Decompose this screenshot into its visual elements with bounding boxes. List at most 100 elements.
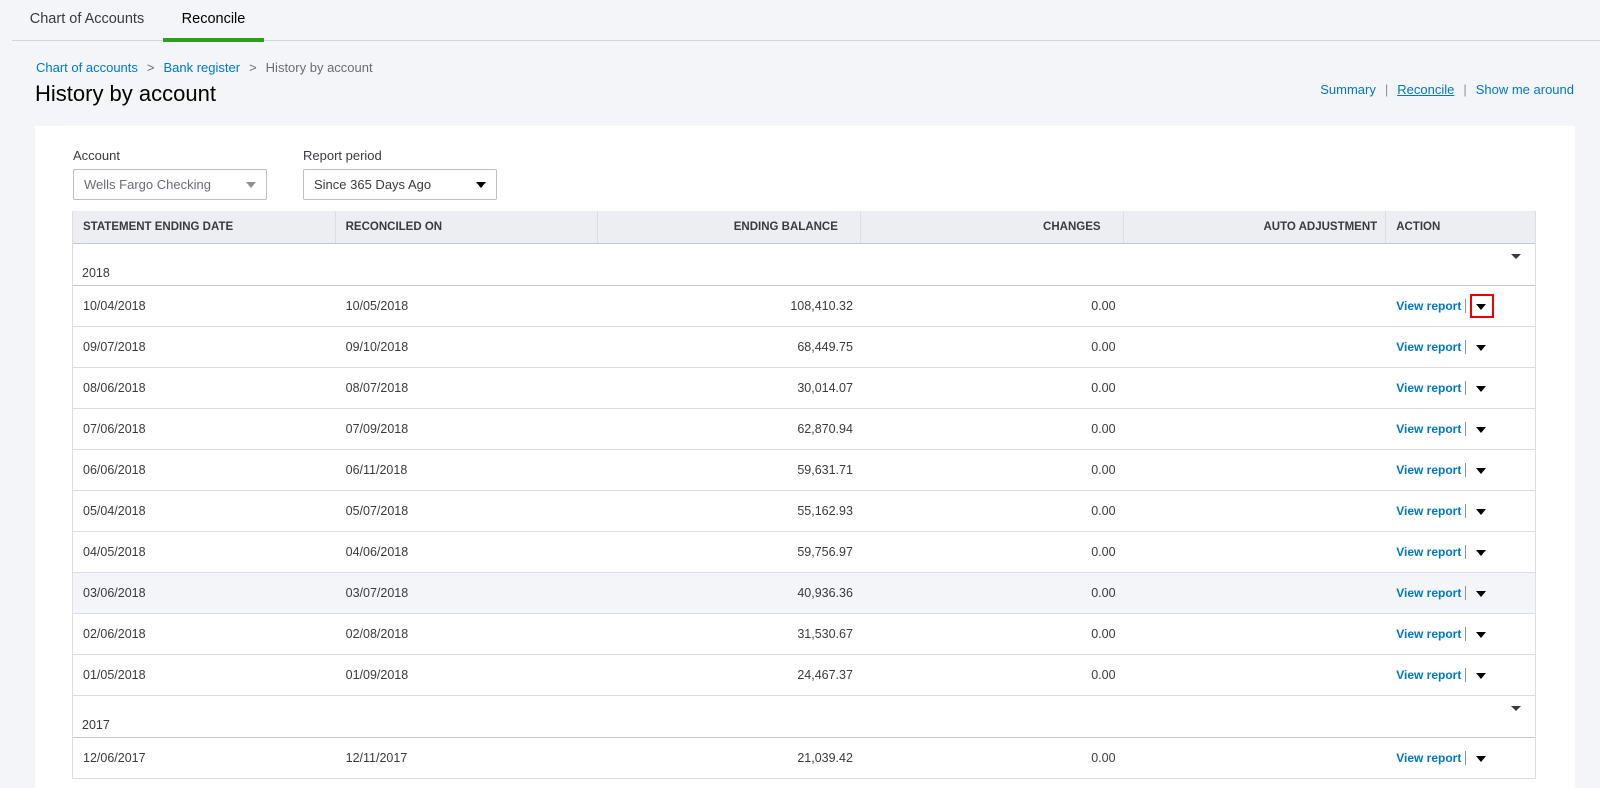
top-tab-bar: Chart of Accounts Reconcile	[12, 0, 1600, 42]
cell-changes: 0.00	[1091, 751, 1116, 765]
link-divider: |	[1463, 82, 1467, 97]
cell-ending-balance: 68,449.75	[797, 340, 853, 354]
table-row[interactable]: 03/06/2018 03/07/2018 40,936.36 0.00 View re…	[73, 573, 1535, 614]
action-dropdown-caret-icon[interactable]	[1470, 335, 1494, 359]
cell-ending-balance: 55,162.93	[797, 504, 853, 518]
header-action: ACTION	[1396, 221, 1441, 233]
cell-ending-balance: 59,631.71	[797, 463, 853, 477]
action-dropdown-caret-icon[interactable]	[1470, 499, 1494, 523]
header-ending-balance[interactable]: ENDING BALANCE	[598, 211, 861, 243]
account-select[interactable]: Wells Fargo Checking	[73, 169, 267, 200]
table-row[interactable]: 07/06/2018 07/09/2018 62,870.94 0.00 View re…	[73, 409, 1535, 450]
action-dropdown-caret-icon[interactable]	[1470, 376, 1494, 400]
view-report-link[interactable]: View report	[1396, 738, 1461, 779]
cell-action: View report	[1386, 614, 1535, 654]
action-dropdown-caret-icon[interactable]	[1470, 417, 1494, 441]
view-report-link[interactable]: View report	[1396, 450, 1461, 491]
view-report-link[interactable]: View report	[1396, 614, 1461, 655]
cell-statement-date: 04/05/2018	[83, 545, 146, 559]
view-report-link[interactable]: View report	[1396, 327, 1461, 368]
cell-statement-date: 05/04/2018	[83, 504, 146, 518]
action-dropdown-caret-icon[interactable]	[1470, 458, 1494, 482]
table-row[interactable]: 12/06/2017 12/11/2017 21,039.42 0.00 View re…	[73, 738, 1535, 779]
cell-action: View report	[1386, 286, 1535, 326]
collapse-caret-icon[interactable]	[1511, 254, 1521, 259]
cell-auto-adjustment	[1124, 655, 1387, 695]
cell-action: View report	[1386, 450, 1535, 490]
link-divider: |	[1384, 82, 1389, 97]
group-row: 2017	[73, 696, 1535, 738]
table-row[interactable]: 01/05/2018 01/09/2018 24,467.37 0.00 View re…	[73, 655, 1535, 696]
collapse-caret-icon[interactable]	[1511, 706, 1521, 711]
table-row[interactable]: 10/04/2018 10/05/2018 108,410.32 0.00 View r…	[73, 286, 1535, 327]
breadcrumb-separator: >	[249, 60, 257, 75]
cell-changes: 0.00	[1091, 627, 1116, 641]
cell-action: View report	[1386, 655, 1535, 695]
top-links: Summary | Reconcile | Show me around	[1320, 82, 1574, 97]
view-report-link[interactable]: View report	[1396, 655, 1461, 696]
cell-changes: 0.00	[1091, 668, 1116, 682]
view-report-link[interactable]: View report	[1396, 368, 1461, 409]
cell-auto-adjustment	[1124, 450, 1387, 490]
header-statement-ending-date[interactable]: STATEMENT ENDING DATE	[73, 211, 336, 243]
breadcrumb-chart-of-accounts[interactable]: Chart of accounts	[36, 60, 138, 75]
report-period-label: Report period	[303, 148, 382, 163]
cell-reconciled-on: 01/09/2018	[345, 668, 409, 682]
tab-chart-of-accounts[interactable]: Chart of Accounts	[12, 0, 162, 41]
action-divider	[1465, 463, 1467, 477]
view-report-link[interactable]: View report	[1396, 409, 1461, 450]
view-report-link[interactable]: View report	[1396, 573, 1461, 614]
cell-reconciled-on: 10/05/2018	[345, 299, 409, 313]
report-period-select[interactable]: Since 365 Days Ago	[303, 169, 497, 200]
action-divider	[1465, 668, 1467, 682]
cell-action: View report	[1386, 738, 1535, 778]
action-divider	[1465, 545, 1467, 559]
cell-reconciled-on: 06/11/2018	[345, 463, 408, 477]
view-report-link[interactable]: View report	[1396, 532, 1461, 573]
cell-reconciled-on: 09/10/2018	[345, 340, 409, 354]
table-row[interactable]: 02/06/2018 02/08/2018 31,530.67 0.00 View re…	[73, 614, 1535, 655]
table-row[interactable]: 09/07/2018 09/10/2018 68,449.75 0.00 View re…	[73, 327, 1535, 368]
cell-changes: 0.00	[1091, 299, 1116, 313]
history-card: Account Wells Fargo Checking Report peri…	[35, 126, 1575, 788]
view-report-link[interactable]: View report	[1396, 286, 1461, 327]
reconcile-link[interactable]: Reconcile	[1397, 82, 1454, 97]
view-report-link[interactable]: View report	[1396, 491, 1461, 532]
table-body: 2018 10/04/2018 10/05/2018 108,410.32 0.00 Vi…	[73, 244, 1535, 779]
cell-ending-balance: 30,014.07	[797, 381, 853, 395]
cell-action: View report	[1386, 327, 1535, 367]
action-dropdown-caret-icon[interactable]	[1470, 663, 1494, 687]
summary-link[interactable]: Summary	[1320, 82, 1376, 97]
action-dropdown-caret-icon[interactable]	[1470, 746, 1494, 770]
action-dropdown-caret-icon[interactable]	[1470, 294, 1495, 318]
account-select-value: Wells Fargo Checking	[84, 177, 211, 192]
header-auto-adjustment[interactable]: AUTO ADJUSTMENT	[1124, 211, 1387, 243]
header-changes[interactable]: CHANGES	[861, 211, 1124, 243]
breadcrumb-separator: >	[146, 60, 155, 75]
action-dropdown-caret-icon[interactable]	[1470, 540, 1494, 564]
table-row[interactable]: 04/05/2018 04/06/2018 59,756.97 0.00 View re…	[73, 532, 1535, 573]
breadcrumb-bank-register[interactable]: Bank register	[163, 60, 240, 75]
action-dropdown-caret-icon[interactable]	[1470, 622, 1494, 646]
header-reconciled-on[interactable]: RECONCILED ON	[336, 211, 599, 243]
table-row[interactable]: 06/06/2018 06/11/2018 59,631.71 0.00 View re…	[73, 450, 1535, 491]
action-divider	[1465, 422, 1467, 436]
action-dropdown-caret-icon[interactable]	[1470, 581, 1494, 605]
cell-ending-balance: 62,870.94	[797, 422, 853, 436]
cell-changes: 0.00	[1091, 504, 1116, 518]
cell-auto-adjustment	[1124, 409, 1387, 449]
cell-auto-adjustment	[1124, 327, 1387, 367]
table-row[interactable]: 08/06/2018 08/07/2018 30,014.07 0.00 View re…	[73, 368, 1535, 409]
table-row[interactable]: 05/04/2018 05/07/2018 55,162.93 0.00 View re…	[73, 491, 1535, 532]
cell-ending-balance: 21,039.42	[797, 751, 853, 765]
cell-action: View report	[1386, 532, 1535, 572]
action-divider	[1465, 299, 1467, 313]
action-divider	[1465, 627, 1467, 641]
cell-auto-adjustment	[1124, 738, 1387, 778]
cell-reconciled-on: 12/11/2017	[345, 751, 408, 765]
show-me-around-link[interactable]: Show me around	[1476, 82, 1574, 97]
action-divider	[1465, 381, 1467, 395]
cell-action: View report	[1386, 409, 1535, 449]
cell-reconciled-on: 08/07/2018	[345, 381, 409, 395]
tab-reconcile[interactable]: Reconcile	[163, 0, 264, 42]
